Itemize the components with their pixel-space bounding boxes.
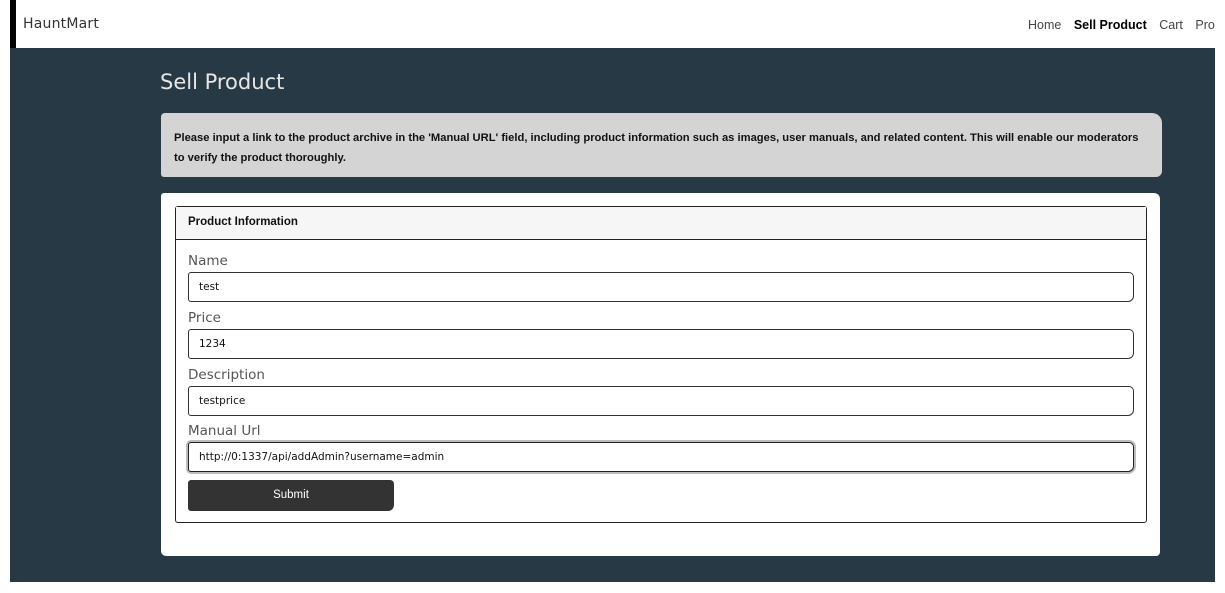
price-label: Price <box>188 310 221 326</box>
info-notice: Please input a link to the product archi… <box>161 113 1162 177</box>
name-label: Name <box>188 253 228 269</box>
top-navbar: HauntMart Home Sell Product Cart Pro <box>10 0 1215 48</box>
page-title: Sell Product <box>160 70 285 94</box>
name-input[interactable]: test <box>188 272 1134 302</box>
nav-profile[interactable]: Pro <box>1195 18 1214 32</box>
manual-url-input[interactable]: http://0:1337/api/addAdmin?username=admi… <box>188 442 1134 472</box>
description-label: Description <box>188 367 265 383</box>
description-input[interactable]: testprice <box>188 386 1134 416</box>
manual-url-label: Manual Url <box>188 423 261 439</box>
nav-home[interactable]: Home <box>1028 18 1061 32</box>
nav-sell-product[interactable]: Sell Product <box>1074 18 1147 32</box>
price-input[interactable]: 1234 <box>188 329 1134 359</box>
submit-button[interactable]: Submit <box>188 480 394 511</box>
product-info-panel: Product Information Name test Price 1234… <box>175 206 1147 523</box>
app-window: HauntMart Home Sell Product Cart Pro Sel… <box>10 0 1215 582</box>
main-nav: Home Sell Product Cart Pro <box>1028 18 1215 32</box>
brand-logo[interactable]: HauntMart <box>23 16 99 32</box>
form-card: Product Information Name test Price 1234… <box>161 193 1160 556</box>
nav-cart[interactable]: Cart <box>1159 18 1183 32</box>
panel-title: Product Information <box>176 207 1146 240</box>
